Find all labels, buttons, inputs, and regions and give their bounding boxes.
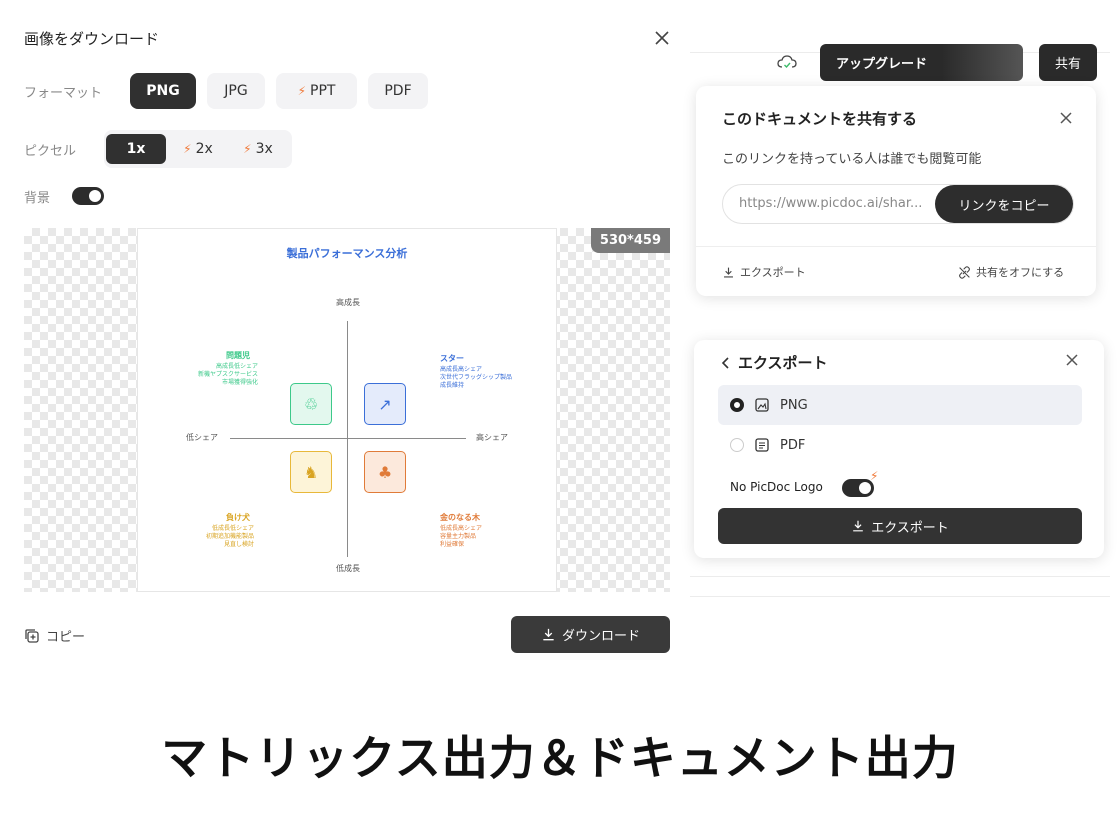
- image-preview: 製品パフォーマンス分析 高成長 低シェア 高シェア 低成長 問題児 高成長低シェ…: [24, 228, 670, 592]
- download-icon: [543, 628, 554, 641]
- matrix-title: 製品パフォーマンス分析: [286, 247, 408, 260]
- format-png-button[interactable]: PNG: [130, 73, 196, 109]
- axis-top-label: 高成長: [336, 298, 360, 307]
- dog-icon: ♞: [290, 451, 332, 493]
- pixel-label: ピクセル: [24, 144, 77, 159]
- export-back-button[interactable]: エクスポート: [720, 352, 828, 373]
- export-option-png[interactable]: PNG: [718, 385, 1082, 425]
- axis-right-label: 高シェア: [476, 433, 508, 442]
- share-title: このドキュメントを共有する: [722, 110, 918, 128]
- headline: マトリックス出力＆ドキュメント出力: [161, 731, 959, 785]
- premium-bolt-icon: ⚡: [183, 142, 192, 156]
- export-option-pdf[interactable]: PDF: [718, 425, 1082, 465]
- close-icon[interactable]: [1064, 352, 1080, 368]
- format-label: フォーマット: [24, 86, 103, 101]
- star-growth-icon: ↗: [364, 383, 406, 425]
- quadrant-problem-title: 問題児: [226, 351, 250, 360]
- problem-bottle-icon: ♲: [290, 383, 332, 425]
- share-link-text: https://www.picdoc.ai/shar...: [739, 196, 923, 211]
- export-card: エクスポート PNG PDF No PicDoc Logo ⚡ エクスポート: [694, 340, 1104, 558]
- premium-bolt-icon: ⚡: [870, 469, 879, 483]
- share-off-link[interactable]: 共有をオフにする: [958, 264, 1064, 280]
- quadrant-dog-title: 負け犬: [226, 513, 250, 522]
- radio-selected[interactable]: [730, 398, 744, 412]
- axis-left-label: 低シェア: [186, 433, 218, 442]
- cash-cow-icon: ♣: [364, 451, 406, 493]
- chevron-left-icon: [721, 356, 729, 369]
- size-badge: 530*459: [590, 228, 670, 253]
- quadrant-problem-text: 高成長低シェア 新機ヤプスクサービス 市場獲得強化: [198, 363, 259, 386]
- premium-bolt-icon: ⚡: [243, 142, 252, 156]
- pixel-selector: 1x ⚡ 2x ⚡ 3x: [104, 130, 292, 168]
- share-button[interactable]: 共有: [1039, 44, 1097, 81]
- dialog-title: 画像をダウンロード: [24, 30, 160, 48]
- share-description: このリンクを持っている人は誰でも閲覧可能: [722, 152, 982, 167]
- quadrant-dog-text: 低成長低シェア 初期追加機能製品 見直し検討: [205, 525, 254, 548]
- cloud-sync-icon[interactable]: [777, 53, 797, 71]
- format-jpg-button[interactable]: JPG: [207, 73, 265, 109]
- pixel-1x-button[interactable]: 1x: [106, 134, 166, 164]
- download-icon: [853, 520, 863, 532]
- download-icon: [724, 267, 733, 278]
- copy-link-button[interactable]: リンクをコピー: [935, 185, 1073, 223]
- unlink-icon: [959, 265, 970, 279]
- share-card: このドキュメントを共有する このリンクを持っている人は誰でも閲覧可能 https…: [696, 86, 1096, 296]
- quadrant-star-title: スター: [440, 354, 464, 363]
- horizontal-axis: [230, 438, 466, 439]
- format-ppt-button[interactable]: ⚡ PPT: [276, 73, 357, 109]
- matrix-canvas: 製品パフォーマンス分析 高成長 低シェア 高シェア 低成長 問題児 高成長低シェ…: [137, 228, 557, 592]
- export-link[interactable]: エクスポート: [722, 264, 806, 280]
- close-icon[interactable]: [1058, 110, 1074, 126]
- background-toggle[interactable]: [72, 187, 104, 205]
- quadrant-cow-text: 低成長高シェア 容量主力製品 利益確保: [440, 525, 483, 548]
- pixel-2x-button[interactable]: ⚡ 2x: [170, 134, 226, 164]
- document-icon: [755, 438, 769, 452]
- axis-bottom-label: 低成長: [336, 564, 360, 573]
- vertical-axis: [347, 321, 348, 557]
- quadrant-star-text: 高成長高シェア 次世代フラッグシップ製品 成長維持: [440, 366, 513, 389]
- radio-unselected[interactable]: [730, 438, 744, 452]
- premium-bolt-icon: ⚡: [297, 84, 306, 98]
- share-link-field[interactable]: https://www.picdoc.ai/shar... リンクをコピー: [722, 184, 1074, 224]
- close-icon[interactable]: [652, 28, 672, 48]
- nologo-label: No PicDoc Logo: [730, 480, 823, 494]
- upgrade-button[interactable]: アップグレード: [820, 44, 1023, 81]
- quadrant-cow-title: 金のなる木: [440, 513, 480, 522]
- download-button[interactable]: ダウンロード: [511, 616, 670, 653]
- copy-button[interactable]: コピー: [24, 626, 85, 645]
- image-file-icon: [755, 398, 769, 412]
- background-label: 背景: [24, 191, 51, 206]
- pixel-3x-button[interactable]: ⚡ 3x: [230, 134, 286, 164]
- divider: [690, 576, 1110, 577]
- export-title: エクスポート: [738, 354, 828, 372]
- copy-icon: [25, 628, 39, 643]
- format-pdf-button[interactable]: PDF: [368, 73, 428, 109]
- export-button[interactable]: エクスポート: [718, 508, 1082, 544]
- divider: [696, 246, 1096, 247]
- divider: [690, 596, 1110, 597]
